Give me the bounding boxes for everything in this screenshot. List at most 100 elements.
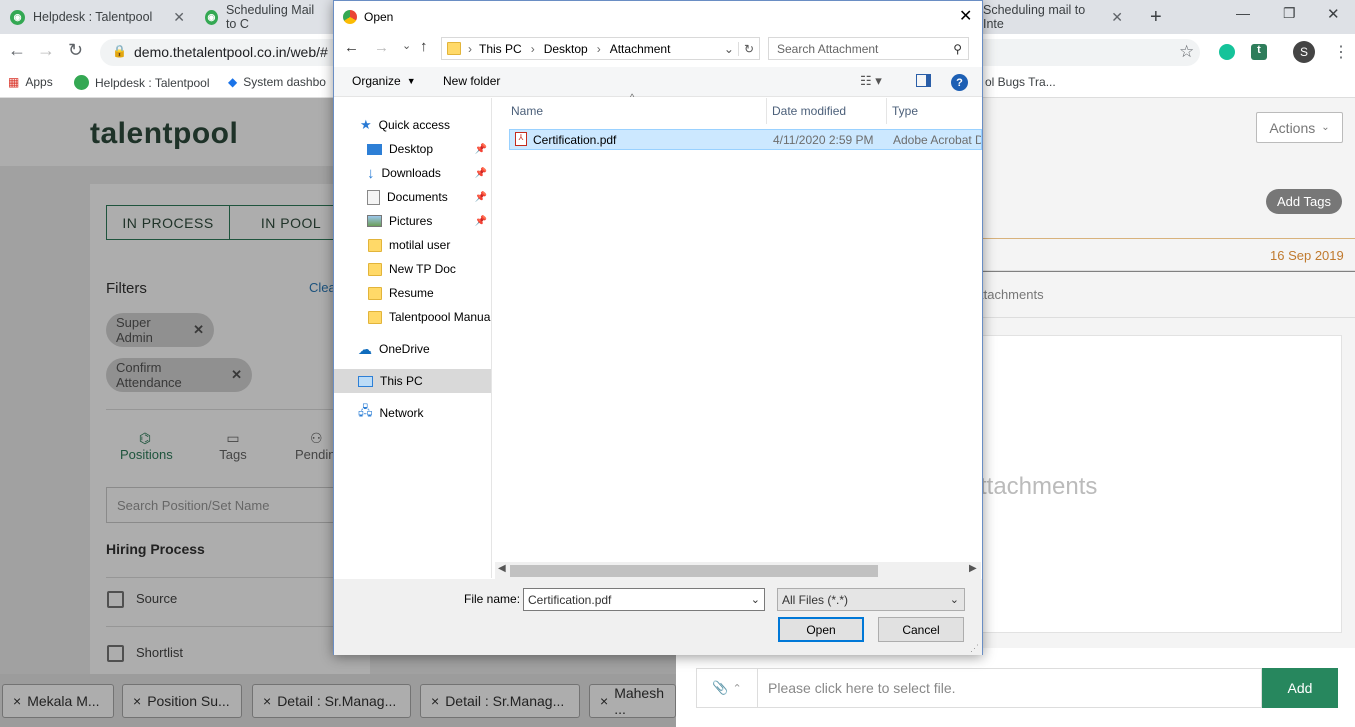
paperclip-icon: 📎 — [712, 680, 729, 695]
actions-dropdown[interactable]: Actions ⌄ — [1256, 112, 1343, 143]
pin-icon: 📌 — [474, 167, 487, 179]
grammarly-icon[interactable] — [1219, 44, 1235, 60]
close-window-icon[interactable]: ✕ — [1327, 5, 1340, 23]
resize-grip-icon[interactable]: ⋰ — [970, 643, 979, 654]
tree-this-pc[interactable]: This PC — [334, 369, 491, 393]
breadcrumb-item[interactable]: This PC — [479, 42, 522, 56]
tree-item-folder[interactable]: New TP Doc — [334, 257, 491, 281]
date-label: 16 Sep 2019 — [1270, 248, 1344, 263]
tree-item-documents[interactable]: Documents 📌 — [334, 185, 491, 209]
column-date[interactable]: Date modified — [772, 104, 846, 118]
file-name-input[interactable]: Certification.pdf ⌄ — [523, 588, 765, 611]
avatar[interactable]: S — [1293, 41, 1315, 63]
browser-tab[interactable]: ◉ Scheduling Mail to C — [195, 0, 335, 34]
new-folder-button[interactable]: New folder — [443, 74, 500, 88]
bookmark-label: ol Bugs Tra... — [985, 75, 1056, 89]
tree-label: New TP Doc — [389, 262, 456, 276]
breadcrumb-item[interactable]: Desktop — [544, 42, 588, 56]
scrollbar-thumb[interactable] — [510, 565, 878, 577]
folder-icon — [368, 310, 382, 324]
dialog-close-icon[interactable]: ✕ — [959, 6, 972, 26]
command-bar — [334, 67, 982, 97]
search-placeholder: Search Attachment — [777, 41, 879, 56]
cancel-button[interactable]: Cancel — [878, 617, 964, 642]
tree-quick-access[interactable]: ★ Quick access — [334, 113, 491, 137]
chevron-up-icon: ⌃ — [732, 682, 742, 695]
minimize-icon[interactable]: — — [1236, 5, 1250, 21]
tree-label: Downloads — [381, 166, 441, 180]
new-tab-icon[interactable]: + — [1150, 6, 1162, 29]
refresh-icon[interactable]: ↻ — [737, 41, 759, 56]
tree-item-folder[interactable]: Resume — [334, 281, 491, 305]
organize-button[interactable]: Organize ▼ — [352, 74, 416, 88]
organize-label: Organize — [352, 74, 401, 88]
bookmark-apps[interactable]: ▦ Apps — [8, 75, 53, 89]
tab-label: Scheduling Mail to C — [225, 3, 315, 31]
recent-locations-icon[interactable]: ⌄ — [402, 39, 411, 52]
tree-label: OneDrive — [379, 342, 430, 356]
chevron-down-icon[interactable]: ⌄ — [751, 593, 760, 606]
file-select-input[interactable]: Please click here to select file. — [757, 668, 1262, 708]
bookmark-bugs-tracker[interactable]: ol Bugs Tra... — [985, 75, 1056, 89]
tree-label: Quick access — [378, 118, 451, 132]
dialog-forward-icon[interactable]: → — [374, 39, 389, 56]
file-type-select[interactable]: All Files (*.*) ⌄ — [777, 588, 965, 611]
tree-item-folder[interactable]: Talentpoool Manua — [334, 305, 491, 329]
file-date: 4/11/2020 2:59 PM — [773, 133, 874, 147]
file-row[interactable]: ⅄ Certification.pdf 4/11/2020 2:59 PM Ad… — [509, 129, 982, 150]
bookmark-star-icon[interactable]: ☆ — [1179, 42, 1194, 62]
dialog-search-input[interactable]: Search Attachment ⚲ — [768, 37, 969, 60]
dialog-titlebar: Open — [334, 1, 982, 33]
up-folder-icon[interactable]: ↑ — [420, 38, 428, 55]
breadcrumb-item[interactable]: Attachment — [610, 42, 671, 56]
file-list-header: Name Date modified Type — [493, 98, 981, 124]
diamond-icon: ◆ — [228, 75, 238, 89]
attach-toggle-button[interactable]: 📎 ⌃ — [696, 668, 758, 708]
menu-icon[interactable]: ⋮ — [1333, 42, 1349, 62]
view-options-icon[interactable]: ☷ ▾ — [860, 73, 882, 89]
tab-attachments[interactable]: ttachments — [980, 287, 1044, 302]
forward-icon[interactable]: → — [37, 40, 55, 61]
tree-label: Resume — [389, 286, 434, 300]
chevron-right-icon: › — [530, 41, 535, 56]
bookmark-helpdesk[interactable]: Helpdesk : Talentpool — [74, 75, 210, 90]
close-tab-icon[interactable]: ✕ — [1111, 9, 1123, 26]
open-file-dialog: Open ✕ ← → ⌄ ↑ › This PC › Desktop › Att… — [333, 0, 983, 655]
tree-label: Documents — [387, 190, 448, 204]
browser-tab[interactable]: Scheduling mail to Inte ✕ — [983, 0, 1133, 34]
column-name[interactable]: Name — [511, 104, 543, 118]
close-tab-icon[interactable]: ✕ — [173, 9, 185, 26]
scroll-right-icon[interactable]: ▶ — [969, 563, 977, 574]
tree-onedrive[interactable]: ☁ OneDrive — [334, 337, 491, 361]
tree-item-pictures[interactable]: Pictures 📌 — [334, 209, 491, 233]
preview-pane-icon[interactable] — [916, 74, 931, 87]
dialog-back-icon[interactable]: ← — [344, 39, 359, 56]
tree-item-desktop[interactable]: Desktop 📌 — [334, 137, 491, 161]
chevron-down-icon[interactable]: ⌄ — [724, 42, 734, 56]
talentpool-extension-icon[interactable]: t — [1251, 44, 1267, 60]
mail-favicon-icon: ◉ — [205, 9, 218, 25]
tree-item-downloads[interactable]: ↓ Downloads 📌 — [334, 161, 491, 185]
restore-icon[interactable]: ❐ — [1283, 5, 1296, 22]
add-button[interactable]: Add — [1262, 668, 1338, 708]
pictures-icon — [367, 215, 382, 227]
back-icon[interactable]: ← — [8, 40, 26, 61]
column-type[interactable]: Type — [892, 104, 918, 118]
browser-tab[interactable]: ◉ Helpdesk : Talentpool ✕ — [0, 0, 195, 34]
tree-network[interactable]: 🖧 Network — [334, 401, 491, 425]
scroll-left-icon[interactable]: ◀ — [498, 563, 506, 574]
lock-icon: 🔒 — [112, 44, 127, 58]
add-tags-button[interactable]: Add Tags — [1266, 189, 1342, 214]
dialog-address-bar[interactable]: › This PC › Desktop › Attachment ⌄ ↻ — [441, 37, 760, 60]
bookmark-system-dashboard[interactable]: ◆ System dashbo — [228, 75, 326, 89]
help-icon[interactable]: ? — [951, 74, 968, 91]
folder-icon — [368, 286, 382, 300]
bookmark-label: System dashbo — [243, 75, 326, 89]
folder-icon — [447, 42, 461, 55]
reload-icon[interactable]: ↻ — [68, 40, 83, 61]
tree-item-folder[interactable]: motilal user — [334, 233, 491, 257]
file-name: Certification.pdf — [533, 133, 617, 147]
open-button[interactable]: Open — [778, 617, 864, 642]
pdf-icon: ⅄ — [515, 132, 527, 146]
file-type: Adobe Acrobat D — [893, 133, 982, 147]
